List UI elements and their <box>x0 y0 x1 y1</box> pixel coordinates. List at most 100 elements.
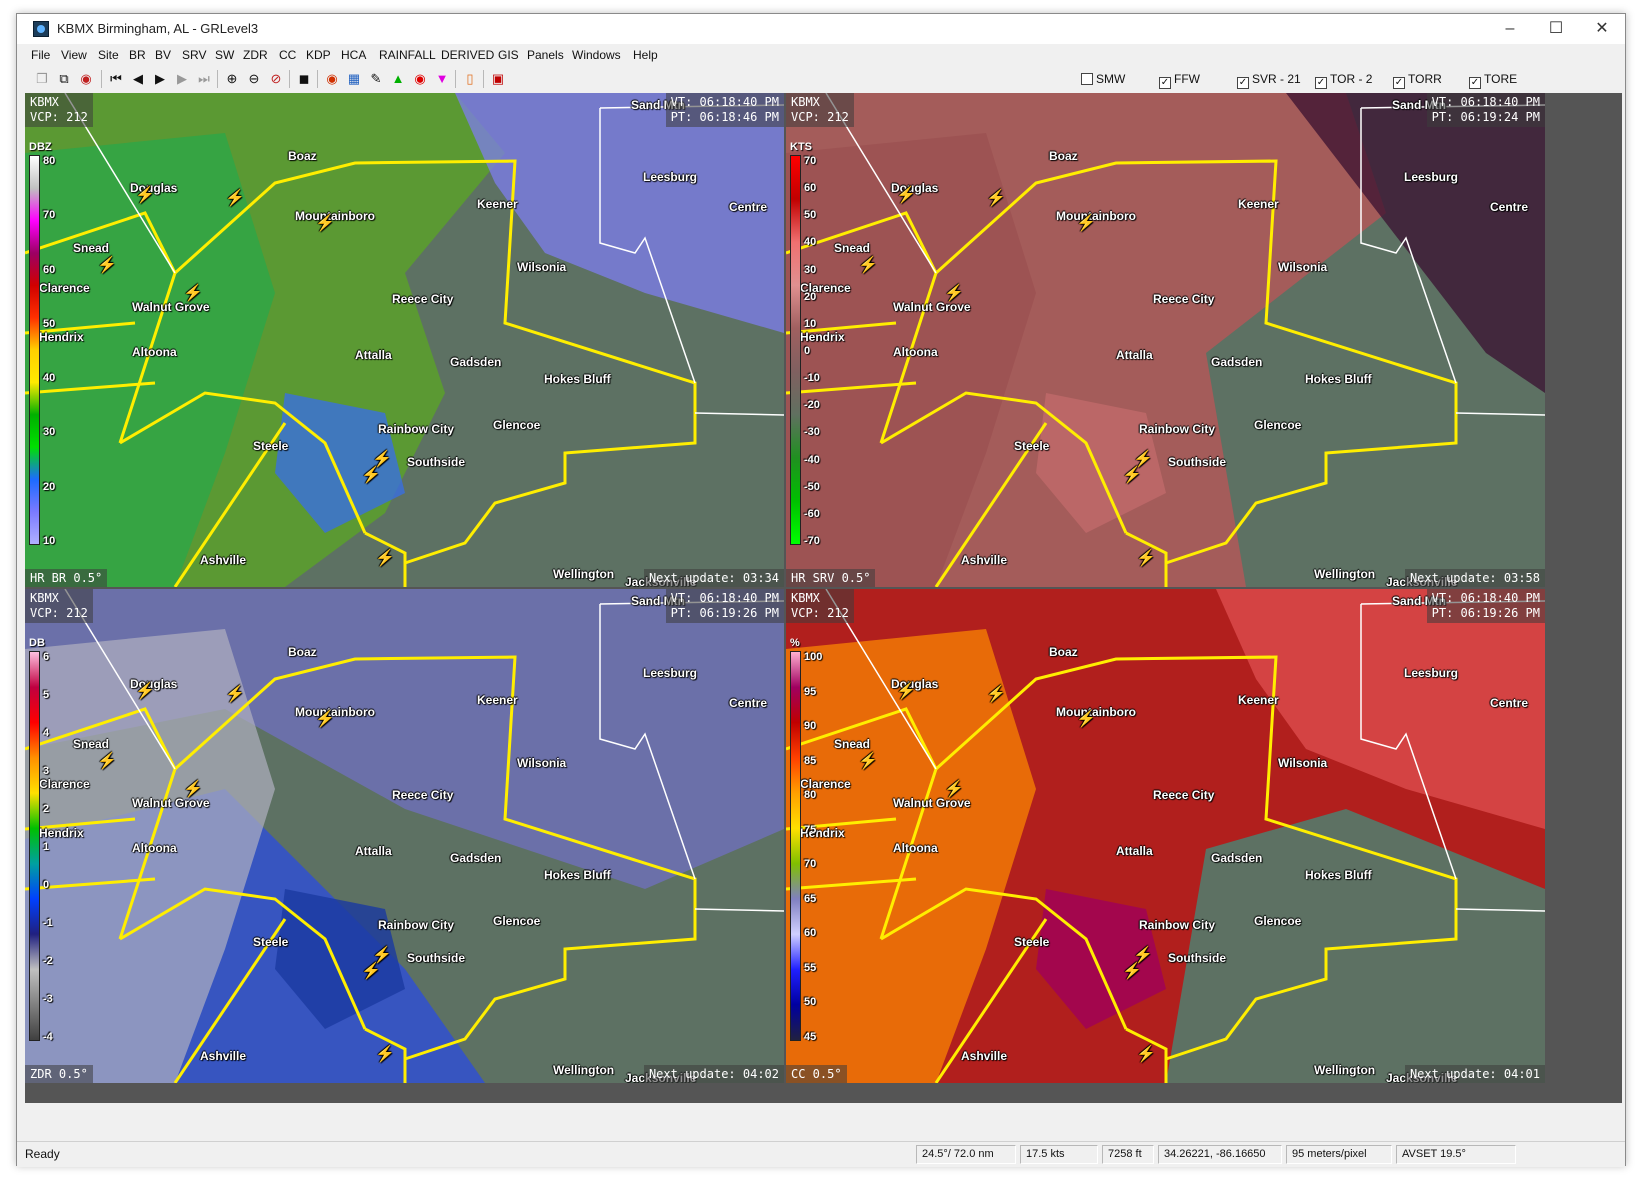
radar-panel-4[interactable]: Sand Mtn Boaz Douglas Mountainboro Keener Lee… <box>786 589 1545 1083</box>
toggle-label: SMW <box>1096 72 1126 86</box>
app-window: KBMX Birmingham, AL - GRLevel3 – ☐ ✕ Fil… <box>16 13 1626 1167</box>
menu-help[interactable]: Help <box>633 48 658 62</box>
previous-frame-icon[interactable]: ◀ <box>129 70 147 88</box>
city-label-altoona: Altoona <box>893 841 938 855</box>
pen-icon[interactable]: ✎ <box>367 70 385 88</box>
zoom-in-icon[interactable]: ⊕ <box>223 70 241 88</box>
radar-map[interactable] <box>786 589 1545 1083</box>
city-label-centre: Centre <box>1490 200 1529 214</box>
copy-icon[interactable]: ⧉ <box>55 70 73 88</box>
stop-icon[interactable]: ▣ <box>489 70 507 88</box>
circle-icon[interactable]: ◉ <box>411 70 429 88</box>
toggle-label: SVR - 21 <box>1252 72 1301 86</box>
menu-bv[interactable]: BV <box>155 48 171 62</box>
radar-panel-1[interactable]: Sand Mtn Boaz Douglas Mountainboro Keener Lee… <box>25 93 784 587</box>
menu-hca[interactable]: HCA <box>341 48 366 62</box>
rectangle-icon[interactable]: ▯ <box>461 70 479 88</box>
toggle-ffw[interactable]: ✓ FFW <box>1159 72 1200 89</box>
legend-tick: 5 <box>43 689 50 701</box>
radar-map[interactable] <box>786 93 1545 587</box>
toggle-svr-21[interactable]: ✓ SVR - 21 <box>1237 72 1301 89</box>
site-id: KBMX <box>30 591 59 605</box>
copy-disabled-icon[interactable]: ❐ <box>33 70 51 88</box>
menu-br[interactable]: BR <box>129 48 146 62</box>
lightning-icon: ⚡ <box>183 285 203 302</box>
legend-unit: DBZ <box>29 141 52 153</box>
radar-panels: Sand Mtn Boaz Douglas Mountainboro Keener Lee… <box>25 93 1622 1103</box>
city-label-glencoe: Glencoe <box>493 914 541 928</box>
legend-tick: 80 <box>804 789 817 802</box>
menu-view[interactable]: View <box>61 48 87 62</box>
city-label-leesburg: Leesburg <box>1404 666 1459 680</box>
valid-time: VT: 06:18:40 PM <box>670 95 779 109</box>
menu-panels[interactable]: Panels <box>527 48 564 62</box>
city-label-wilsonia: Wilsonia <box>1278 260 1328 274</box>
radar-panel-3[interactable]: Sand Mtn Boaz Douglas Mountainboro Keener Lee… <box>25 589 784 1083</box>
menu-site[interactable]: Site <box>98 48 119 62</box>
checkbox-icon[interactable]: ✓ <box>1237 77 1249 89</box>
inverted-triangle-icon[interactable]: ▼ <box>433 70 451 88</box>
zoom-reset-icon[interactable]: ⊘ <box>267 70 285 88</box>
lightning-icon: ⚡ <box>361 963 381 980</box>
menu-cc[interactable]: CC <box>279 48 296 62</box>
black-square-icon[interactable]: ◼ <box>295 70 313 88</box>
menu-windows[interactable]: Windows <box>572 48 621 62</box>
legend-tick: -60 <box>804 507 820 520</box>
city-label-rainbow-city: Rainbow City <box>1139 918 1216 932</box>
menu-kdp[interactable]: KDP <box>306 48 331 62</box>
city-label-gadsden: Gadsden <box>450 355 502 369</box>
legend-tick: 65 <box>804 892 817 905</box>
lightning-icon: ⚡ <box>315 711 335 728</box>
legend-tick: 85 <box>804 754 817 767</box>
legend-unit: % <box>790 637 800 649</box>
product-time: PT: 06:19:26 PM <box>670 606 779 620</box>
lightning-icon: ⚡ <box>183 781 203 798</box>
toggle-tor-2[interactable]: ✓ TOR - 2 <box>1315 72 1372 89</box>
last-frame-icon[interactable]: ⏭ <box>195 70 213 88</box>
checkbox-icon[interactable] <box>1081 73 1093 85</box>
panel-time-info: VT: 06:18:40 PM PT: 06:18:46 PM <box>665 93 784 127</box>
globe-icon[interactable]: ◉ <box>77 70 95 88</box>
zoom-out-icon[interactable]: ⊖ <box>245 70 263 88</box>
next-update-label: Next update: 04:02 <box>643 1065 784 1083</box>
menu-srv[interactable]: SRV <box>182 48 206 62</box>
legend-tick: 50 <box>43 317 56 330</box>
triangle-icon[interactable]: ▲ <box>389 70 407 88</box>
vcp-label: VCP: 212 <box>791 606 849 620</box>
city-label-ashville: Ashville <box>961 553 1008 567</box>
checkbox-icon[interactable]: ✓ <box>1159 77 1171 89</box>
product-label: ZDR 0.5° <box>25 1065 93 1083</box>
menu-rainfall[interactable]: RAINFALL <box>379 48 436 62</box>
city-label-reece-city: Reece City <box>392 292 454 306</box>
next-update-label: Next update: 03:34 <box>643 569 784 587</box>
maximize-button[interactable]: ☐ <box>1533 14 1579 44</box>
legend-tick: -4 <box>43 1031 53 1043</box>
radar-map[interactable] <box>25 589 784 1083</box>
minimize-button[interactable]: – <box>1487 14 1533 44</box>
color-table-icon[interactable]: ◉ <box>323 70 341 88</box>
toggle-tore[interactable]: ✓ TORE <box>1469 72 1517 89</box>
checkbox-icon[interactable]: ✓ <box>1469 77 1481 89</box>
menu-file[interactable]: File <box>31 48 50 62</box>
product-time: PT: 06:19:26 PM <box>1431 606 1540 620</box>
legend-tick: 60 <box>43 263 56 276</box>
toggle-torr[interactable]: ✓ TORR <box>1393 72 1442 89</box>
menu-sw[interactable]: SW <box>215 48 234 62</box>
checkbox-icon[interactable]: ✓ <box>1393 77 1405 89</box>
radar-panel-2[interactable]: Sand Mtn Boaz Douglas Mountainboro Keener Lee… <box>786 93 1545 587</box>
first-frame-icon[interactable]: ⏮ <box>107 70 125 88</box>
radar-map[interactable] <box>25 93 784 587</box>
layers-icon[interactable]: ▦ <box>345 70 363 88</box>
toggle-smw[interactable]: SMW <box>1081 72 1125 86</box>
next-frame-icon[interactable]: ▶ <box>173 70 191 88</box>
toggle-label: TORE <box>1484 72 1518 86</box>
close-button[interactable]: ✕ <box>1579 14 1625 44</box>
city-label-altoona: Altoona <box>132 841 177 855</box>
menu-derived[interactable]: DERIVED <box>441 48 494 62</box>
city-label-altoona: Altoona <box>132 345 177 359</box>
menu-gis[interactable]: GIS <box>498 48 519 62</box>
menu-zdr[interactable]: ZDR <box>243 48 268 62</box>
play-icon[interactable]: ▶ <box>151 70 169 88</box>
lightning-icon: ⚡ <box>896 187 916 204</box>
checkbox-icon[interactable]: ✓ <box>1315 77 1327 89</box>
